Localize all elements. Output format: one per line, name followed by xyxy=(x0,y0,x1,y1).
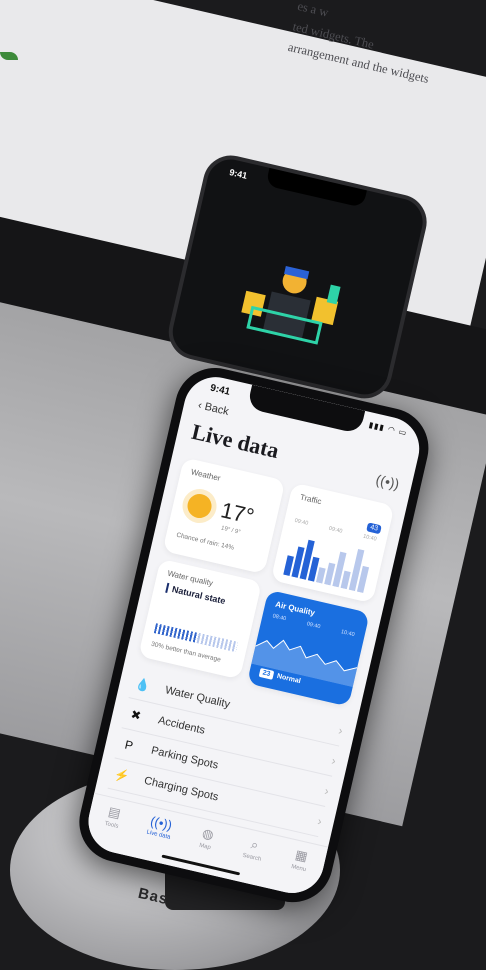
tab-label: Tools xyxy=(103,820,119,830)
aq-status: Normal xyxy=(276,672,302,686)
tab-label: Menu xyxy=(290,863,307,874)
tick-label: 08:40 xyxy=(271,613,287,623)
battery-icon: ▭ xyxy=(397,427,409,438)
traffic-bar xyxy=(340,570,351,590)
sun-icon xyxy=(185,491,214,521)
tab-label: Search xyxy=(241,852,262,863)
chevron-left-icon: ‹ xyxy=(196,399,204,412)
tools-icon: ▤ xyxy=(106,803,123,821)
page-title: Live data xyxy=(189,418,282,464)
traffic-badge: 43 xyxy=(366,522,382,535)
tick-label: 09:40 xyxy=(328,525,343,535)
traffic-card[interactable]: Traffic 43 09:40 09:40 10:40 xyxy=(270,482,395,604)
charging-icon: ⚡ xyxy=(113,766,131,784)
water-quality-card[interactable]: Water quality Natural state 30% better t… xyxy=(138,558,263,680)
weather-card[interactable]: Weather 17° 19° / 9° Chance of rain: 14% xyxy=(162,457,286,575)
tab-tools[interactable]: ▤ Tools xyxy=(86,800,136,855)
globe-icon: ◍ xyxy=(200,825,216,843)
tab-label: Map xyxy=(198,842,212,852)
back-label: Back xyxy=(203,400,230,418)
drops-icon: 💧 xyxy=(133,676,152,694)
air-quality-card[interactable]: Air Quality 08:40 09:40 10:40 23 Normal xyxy=(246,589,370,707)
water-state: Natural state xyxy=(165,582,232,608)
status-time: 9:41 xyxy=(228,167,249,181)
wifi-icon: ◠ xyxy=(386,424,397,436)
tab-menu[interactable]: ▦ Menu xyxy=(273,844,323,899)
traffic-label: Traffic xyxy=(299,492,323,507)
broadcast-icon[interactable]: ((•)) xyxy=(373,471,401,495)
search-icon: ⌕ xyxy=(249,836,261,853)
x-icon: ✖ xyxy=(129,707,143,724)
traffic-bar xyxy=(315,567,326,584)
character-illustration xyxy=(241,266,341,345)
water-level-rest xyxy=(196,633,238,652)
tick-label: 09:40 xyxy=(293,517,309,527)
tick-label: 10:40 xyxy=(362,533,378,543)
tick-label: 09:40 xyxy=(306,621,321,631)
aq-number: 23 xyxy=(258,667,275,680)
tab-search[interactable]: ⌕ Search xyxy=(226,833,276,888)
traffic-bar-chart xyxy=(283,539,370,594)
parking-icon: P xyxy=(123,737,135,753)
grid-icon: ▦ xyxy=(293,846,310,865)
tick-label: 10:40 xyxy=(340,629,356,639)
status-icons: ▮▮▮ ◠ ▭ xyxy=(368,420,408,438)
signal-icon: ▮▮▮ xyxy=(367,420,386,433)
back-button[interactable]: ‹ Back xyxy=(197,399,230,418)
status-time: 9:41 xyxy=(209,382,232,398)
weather-label: Weather xyxy=(190,467,222,483)
rain-chance: Chance of rain: 14% xyxy=(175,531,235,552)
